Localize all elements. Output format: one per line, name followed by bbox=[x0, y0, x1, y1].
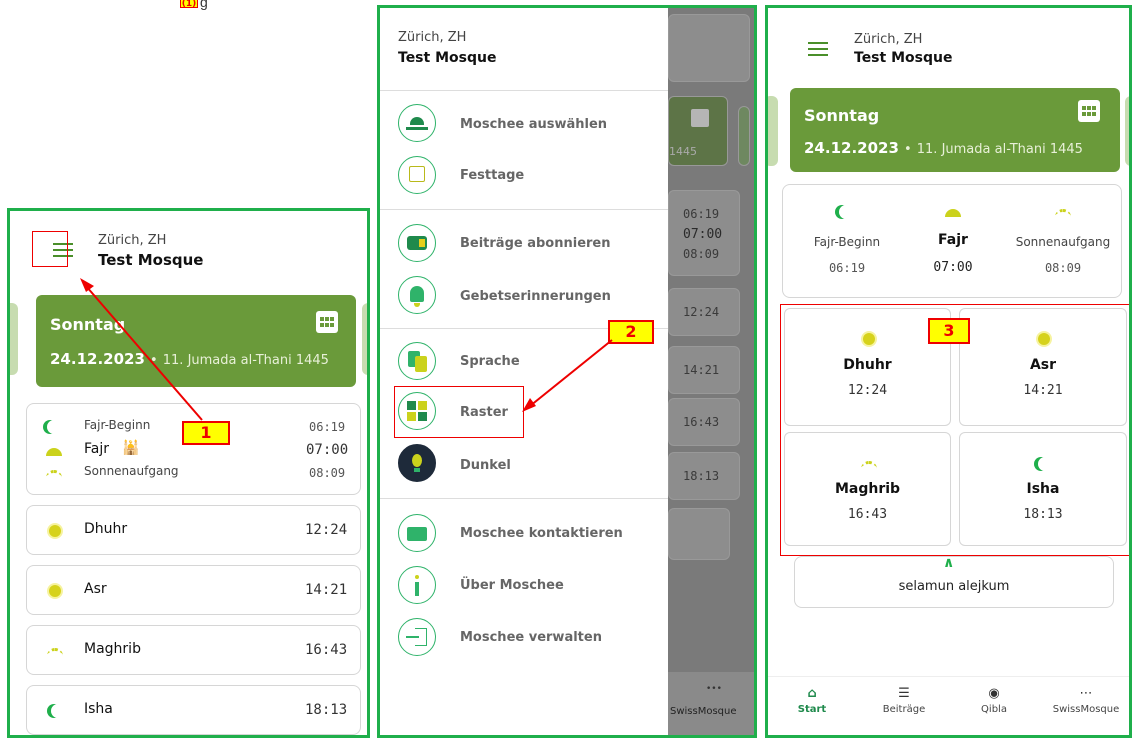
fajr-summary-card: Fajr-Beginn 06:19 Fajr 07:00 Sonnenaufga… bbox=[782, 184, 1122, 298]
day-label: Sonntag bbox=[804, 106, 880, 125]
next-day-card[interactable] bbox=[1125, 96, 1129, 166]
app-header: Zürich, ZH Test Mosque bbox=[782, 18, 1119, 80]
mosque-name: Test Mosque bbox=[854, 50, 953, 66]
sunrise-time: 08:09 bbox=[1044, 261, 1082, 275]
nav-label: Qibla bbox=[981, 704, 1007, 715]
sunrise-icon bbox=[1055, 209, 1071, 217]
date-separator: • bbox=[904, 142, 912, 157]
screen-grid-view: Zürich, ZH Test Mosque Sonntag 24.12.202… bbox=[765, 5, 1132, 738]
hijri-date: 11. Jumada al-Thani 1445 bbox=[916, 142, 1083, 157]
sunrise-label: Sonnenaufgang bbox=[1015, 235, 1111, 249]
crescent-icon bbox=[839, 205, 853, 219]
more-icon: ⋯ bbox=[1079, 686, 1093, 701]
arrow-2-head bbox=[522, 398, 536, 412]
hamburger-menu-icon[interactable] bbox=[808, 42, 828, 56]
fajr-beginn-label: Fajr-Beginn bbox=[813, 235, 881, 249]
fajr-label: Fajr bbox=[938, 232, 968, 248]
document-icon: ☰ bbox=[898, 686, 910, 701]
date-card: Sonntag 24.12.2023 • 11. Jumada al-Thani… bbox=[790, 88, 1120, 172]
prev-day-card[interactable] bbox=[768, 96, 778, 166]
arrow-1 bbox=[85, 285, 203, 421]
fajr-beginn-time: 06:19 bbox=[828, 261, 866, 275]
arrow-2 bbox=[529, 339, 613, 407]
nav-more[interactable]: ⋯ SwissMosque bbox=[1046, 686, 1126, 716]
nav-label: Start bbox=[797, 704, 827, 715]
message-card[interactable]: ∧ selamun alejkum bbox=[794, 555, 1114, 608]
fajr-time: 07:00 bbox=[933, 260, 973, 275]
nav-qibla[interactable]: ◉ Qibla bbox=[954, 686, 1034, 716]
arrow-1-head bbox=[80, 278, 94, 292]
nav-posts[interactable]: ☰ Beiträge bbox=[864, 686, 944, 716]
chevron-up-icon[interactable]: ∧ bbox=[943, 555, 954, 571]
compass-icon: ◉ bbox=[988, 686, 1000, 701]
nav-start[interactable]: ⌂ Start bbox=[772, 686, 852, 716]
city-label: Zürich, ZH bbox=[854, 32, 923, 47]
gregorian-date: 24.12.2023 bbox=[804, 139, 899, 157]
bottom-navigation: ⌂ Start ☰ Beiträge ◉ Qibla ⋯ SwissMosque bbox=[768, 676, 1129, 735]
callout-3: 3 bbox=[928, 318, 970, 344]
calendar-icon[interactable] bbox=[1078, 100, 1100, 122]
home-icon: ⌂ bbox=[807, 686, 817, 701]
nav-label: Beiträge bbox=[882, 704, 926, 715]
date-row: 24.12.2023 • 11. Jumada al-Thani 1445 bbox=[804, 138, 1083, 157]
nav-label: SwissMosque bbox=[1052, 704, 1120, 715]
dawn-icon bbox=[945, 209, 961, 217]
greeting-text: selamun alejkum bbox=[898, 579, 1010, 594]
